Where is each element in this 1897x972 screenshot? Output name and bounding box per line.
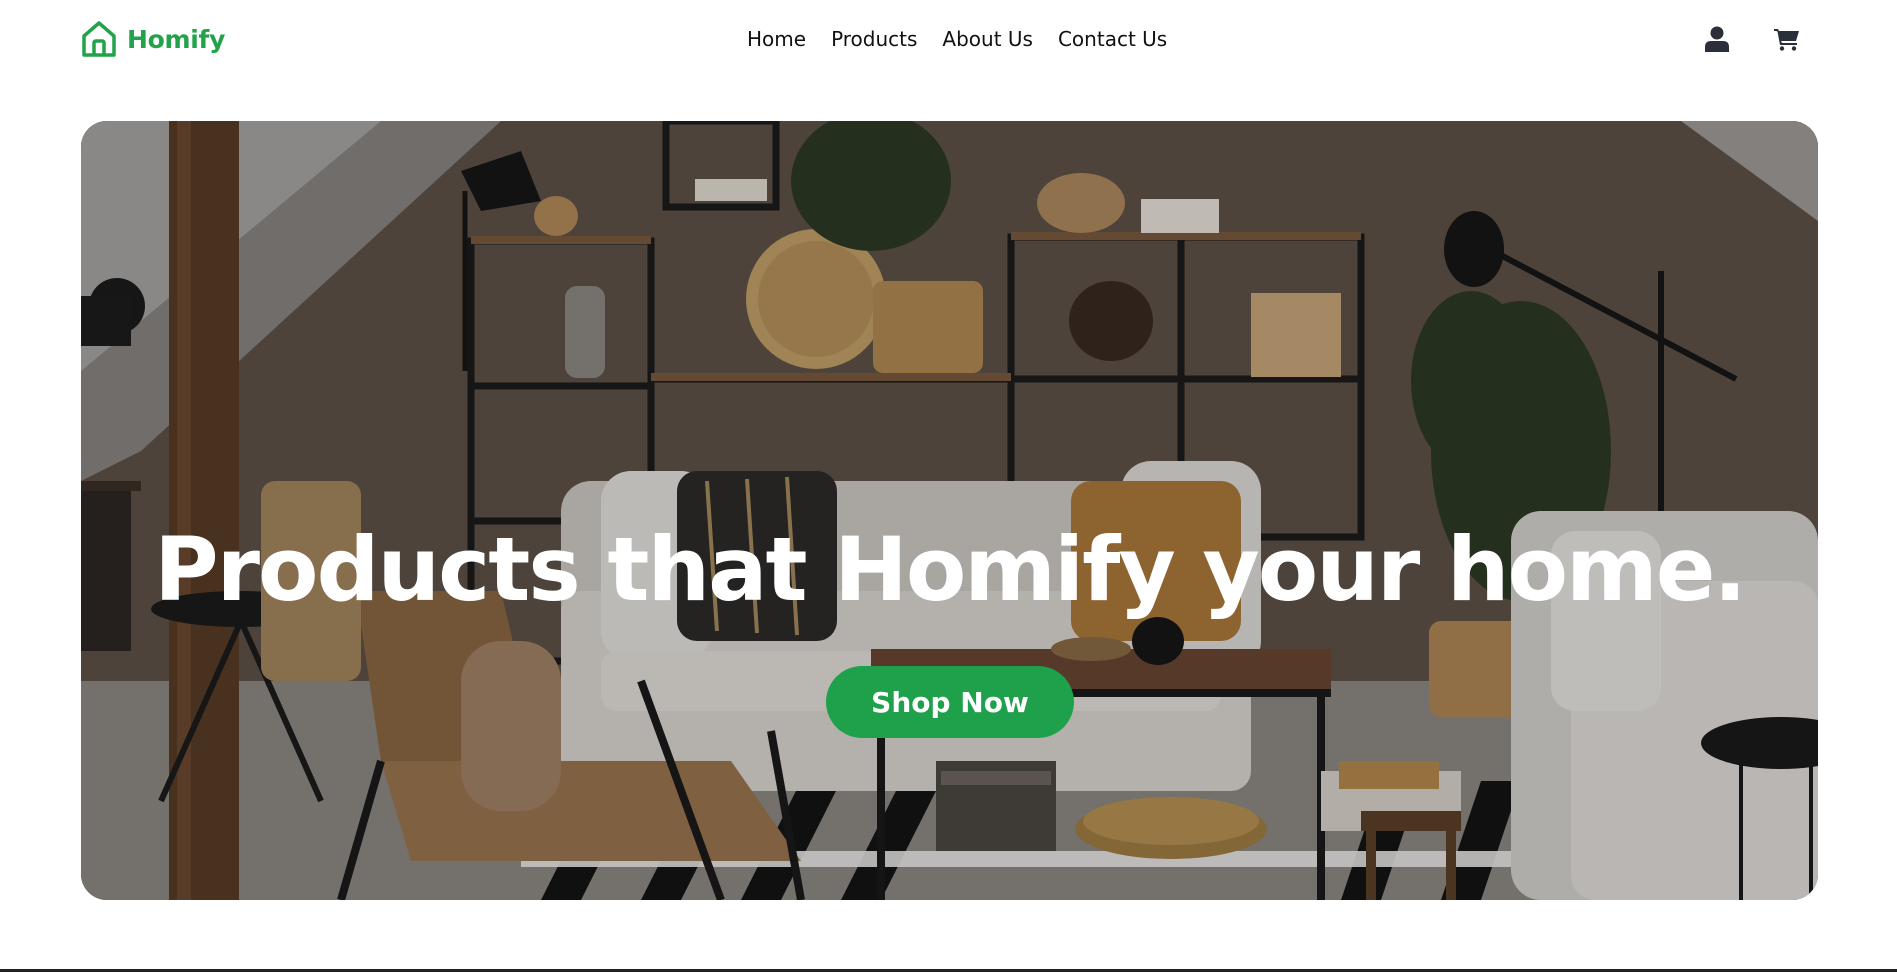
hero-title: Products that Homify your home. [154,518,1747,621]
account-button[interactable] [1700,22,1734,56]
nav-contact-us[interactable]: Contact Us [1058,27,1167,51]
cart-button[interactable] [1770,22,1804,56]
shop-now-button[interactable]: Shop Now [826,666,1074,738]
nav-home[interactable]: Home [747,27,806,51]
house-icon [82,21,116,57]
hero-banner: Products that Homify your home. Shop Now [81,121,1818,900]
brand-name: Homify [127,24,226,54]
brand-logo-link[interactable]: Homify [81,19,225,59]
user-icon [1705,26,1729,52]
page: Homify Home Products About Us Contact Us [0,0,1897,972]
nav-about-us[interactable]: About Us [942,27,1033,51]
hero-overlay [81,121,1818,900]
nav-products[interactable]: Products [831,27,917,51]
cart-icon [1774,29,1799,51]
site-header: Homify Home Products About Us Contact Us [0,0,1897,78]
main-nav: Home Products About Us Contact Us [747,26,1167,52]
